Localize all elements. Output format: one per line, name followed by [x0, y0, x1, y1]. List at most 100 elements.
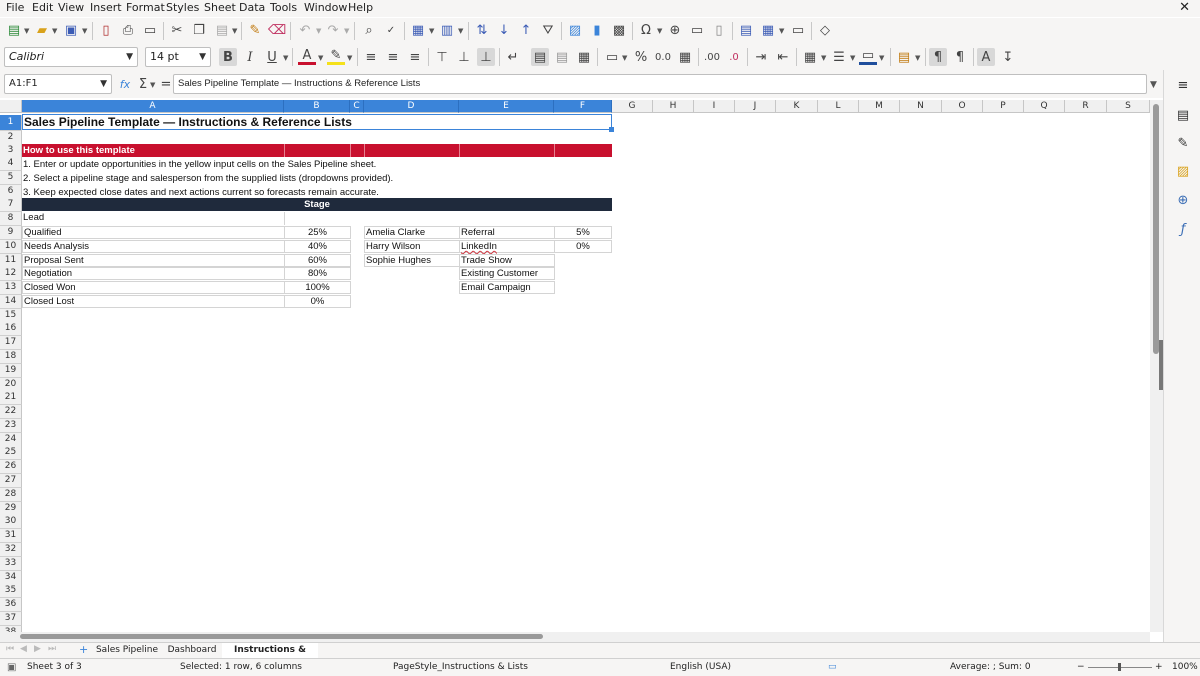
column-header-m[interactable]: M	[859, 100, 900, 113]
save-icon[interactable]: ▣	[62, 21, 80, 39]
salesperson-cell[interactable]: Harry Wilson	[364, 240, 460, 253]
spreadsheet-grid[interactable]: A B C D E F G H I J K L M N O P Q R S 1 …	[0, 100, 1150, 632]
font-name-combo[interactable]: Calibri ▼	[4, 47, 138, 67]
row-header[interactable]: 16	[0, 322, 22, 336]
new-icon[interactable]: ▤	[5, 21, 23, 39]
page-style[interactable]: PageStyle_Instructions & Lists	[393, 662, 528, 672]
right-to-left-icon[interactable]: ¶	[951, 48, 969, 66]
stage-cell[interactable]: Lead	[22, 212, 285, 225]
hamburger-menu-icon[interactable]: ≡	[1174, 76, 1192, 94]
print-preview-icon[interactable]: ▭	[141, 21, 159, 39]
row-header[interactable]: 23	[0, 419, 22, 433]
chart-icon[interactable]: ▮	[588, 21, 606, 39]
column-header-j[interactable]: J	[735, 100, 776, 113]
align-top-icon[interactable]: ⊤	[433, 48, 451, 66]
selection-fill-handle[interactable]	[609, 127, 614, 132]
show-draw-functions-icon[interactable]: ◇	[816, 21, 834, 39]
column-header-p[interactable]: P	[983, 100, 1024, 113]
redo-icon[interactable]: ↷	[324, 21, 342, 39]
spelling-icon[interactable]: ✓	[382, 21, 400, 39]
last-sheet-icon[interactable]: ⏭	[48, 644, 56, 654]
row-header[interactable]: 2	[0, 131, 22, 145]
font-color-icon[interactable]: A	[298, 48, 316, 65]
salesperson-cell[interactable]: Amelia Clarke	[364, 226, 460, 239]
zoom-in-icon[interactable]: +	[1155, 662, 1163, 672]
zoom-slider-thumb[interactable]	[1118, 663, 1121, 671]
column-header-k[interactable]: K	[776, 100, 818, 113]
number-format-icon[interactable]: 0.0	[654, 48, 672, 66]
column-header-q[interactable]: Q	[1024, 100, 1065, 113]
border-color-icon[interactable]: ▭	[859, 48, 877, 65]
row-header[interactable]: 11	[0, 254, 22, 268]
sum-dropdown-icon[interactable]: ▼	[150, 81, 155, 89]
name-box[interactable]: A1:F1 ▼	[4, 74, 112, 94]
menu-sheet[interactable]: Sheet	[204, 1, 236, 14]
row-header[interactable]: 12	[0, 267, 22, 281]
currency-format-icon[interactable]: ▭	[603, 48, 621, 66]
row-icon[interactable]: ▦	[409, 21, 427, 39]
align-bottom-icon[interactable]: ⊥	[477, 48, 495, 66]
autofilter-icon[interactable]: ⛛	[539, 21, 557, 39]
sort-descending-icon[interactable]: ↑	[517, 21, 535, 39]
menu-edit[interactable]: Edit	[32, 1, 53, 14]
formula-input[interactable]: Sales Pipeline Template — Instructions &…	[173, 74, 1147, 94]
font-size-combo[interactable]: 14 pt ▼	[145, 47, 211, 67]
row-header[interactable]: 3	[0, 144, 22, 158]
row-header[interactable]: 37	[0, 612, 22, 626]
row-header[interactable]: 1	[0, 115, 22, 131]
row-header[interactable]: 17	[0, 336, 22, 350]
conditional-format-icon[interactable]: ▤	[895, 48, 913, 66]
stage-probability-cell[interactable]: 25%	[284, 226, 351, 239]
row-header[interactable]: 28	[0, 488, 22, 502]
paste-dropdown-icon[interactable]: ▼	[232, 27, 237, 35]
column-header-g[interactable]: G	[612, 100, 653, 113]
borders-dropdown-icon[interactable]: ▼	[821, 54, 826, 62]
cut-icon[interactable]: ✂	[168, 21, 186, 39]
unmerge-cells-icon[interactable]: ▦	[575, 48, 593, 66]
column-header-d[interactable]: D	[364, 100, 459, 113]
stage-probability-cell[interactable]: 100%	[284, 281, 351, 294]
column-header-s[interactable]: S	[1107, 100, 1150, 113]
row-header[interactable]: 34	[0, 571, 22, 585]
find-replace-icon[interactable]: ⌕	[360, 21, 378, 39]
tab-sales-pipeline[interactable]: Sales Pipeline	[94, 643, 160, 658]
copy-icon[interactable]: ❐	[190, 21, 208, 39]
split-window-icon[interactable]: ▭	[789, 21, 807, 39]
select-all-corner[interactable]	[0, 100, 22, 113]
define-print-area-icon[interactable]: ▤	[737, 21, 755, 39]
properties-icon[interactable]: ▤	[1174, 106, 1192, 124]
currency-dropdown-icon[interactable]: ▼	[622, 54, 627, 62]
zoom-level[interactable]: 100%	[1172, 662, 1198, 672]
hyperlink-icon[interactable]: ⊕	[666, 21, 684, 39]
row-header[interactable]: 10	[0, 240, 22, 254]
paste-icon[interactable]: ▤	[213, 21, 231, 39]
column-header-h[interactable]: H	[653, 100, 694, 113]
stage-cell[interactable]: Qualified	[22, 226, 285, 239]
row-header[interactable]: 4	[0, 157, 22, 171]
gallery-icon[interactable]: ▨	[1174, 162, 1192, 180]
row-dropdown-icon[interactable]: ▼	[429, 27, 434, 35]
row-header[interactable]: 25	[0, 446, 22, 460]
column-header-l[interactable]: L	[818, 100, 859, 113]
horizontal-scroll-thumb[interactable]	[20, 634, 543, 639]
row-header[interactable]: 18	[0, 350, 22, 364]
merge-center-icon[interactable]: ▤	[531, 48, 549, 66]
menu-format[interactable]: Format	[126, 1, 165, 14]
border-color-dropdown-icon[interactable]: ▼	[879, 54, 884, 62]
chevron-down-icon[interactable]: ▼	[100, 75, 107, 93]
language[interactable]: English (USA)	[670, 662, 731, 672]
salesperson-cell[interactable]: Sophie Hughes	[364, 254, 460, 267]
row-header[interactable]: 20	[0, 378, 22, 392]
first-sheet-icon[interactable]: ⏮	[6, 644, 14, 654]
menu-file[interactable]: File	[6, 1, 24, 14]
freeze-dropdown-icon[interactable]: ▼	[779, 27, 784, 35]
delete-decimal-icon[interactable]: .0	[725, 48, 743, 66]
row-header[interactable]: 30	[0, 515, 22, 529]
instruction-line[interactable]: 2. Select a pipeline stage and salespers…	[23, 172, 393, 185]
row-header[interactable]: 19	[0, 364, 22, 378]
column-header-e[interactable]: E	[459, 100, 554, 113]
add-sheet-icon[interactable]: +	[79, 643, 88, 656]
stage-probability-cell[interactable]: 60%	[284, 254, 351, 267]
previous-sheet-icon[interactable]: ◀	[20, 644, 27, 654]
text-direction-tb-icon[interactable]: ↧	[999, 48, 1017, 66]
